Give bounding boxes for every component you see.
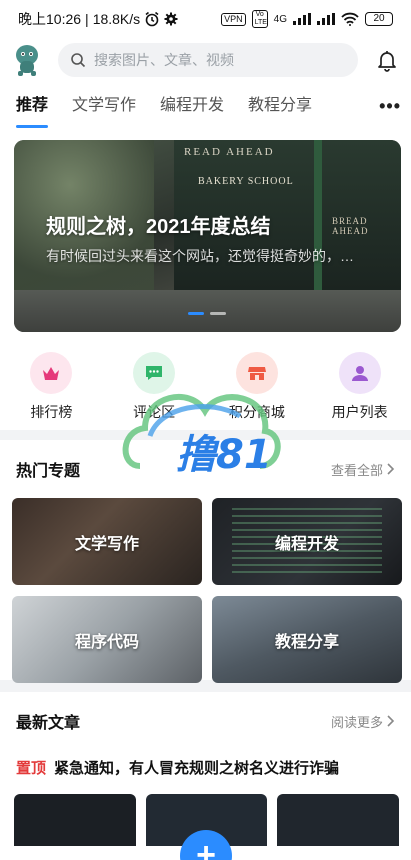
banner-ground-image [14, 290, 401, 332]
article-thumbnail[interactable] [14, 794, 136, 854]
topic-card-code[interactable]: 程序代码 [12, 596, 202, 683]
status-speed: 18.8K/s [92, 11, 141, 27]
search-input[interactable] [94, 52, 334, 68]
banner-pagination [188, 312, 226, 315]
status-bar: 晚上10:26 | 18.8K/s VPN Vo LTE 4G 20 [0, 0, 411, 38]
topic-card-tutorials[interactable]: 教程分享 [212, 596, 402, 683]
banner-store-sign: READ AHEAD [184, 146, 275, 158]
app-logo-icon[interactable] [12, 43, 42, 77]
comment-icon [146, 366, 163, 380]
banner-dot-1[interactable] [188, 312, 204, 315]
view-all-label: 查看全部 [330, 462, 383, 478]
quick-link-points-store[interactable]: 积分商城 [206, 352, 309, 422]
read-more-link[interactable]: 阅读更多 [331, 712, 395, 731]
quick-link-ranking-circle [30, 352, 73, 394]
alarm-icon [145, 11, 159, 27]
banner-title: 规则之树，2021年度总结 [46, 216, 271, 238]
view-all-link[interactable]: 查看全部 [331, 460, 395, 479]
status-right: VPN Vo LTE 4G 20 [221, 10, 393, 28]
topic-card-programming[interactable]: 编程开发 [212, 498, 402, 585]
chevron-right-icon [387, 715, 395, 727]
hot-topics-header: 热门专题 查看全部 [0, 440, 411, 498]
bell-icon[interactable] [375, 48, 399, 72]
tab-literature[interactable]: 文学写作 [72, 82, 136, 130]
article-thumbnail[interactable] [277, 794, 400, 854]
quick-link-comments-label: 评论区 [133, 404, 176, 420]
pinned-article[interactable]: 置顶 紧急通知，有人冒充规则之树名义进行诈骗 [0, 750, 411, 784]
pinned-article-title: 紧急通知，有人冒充规则之树名义进行诈骗 [54, 759, 340, 777]
main-top-section: READ AHEAD BAKERY SCHOOL BREAD AHEAD 规则之… [0, 130, 411, 430]
read-more-label: 阅读更多 [330, 714, 383, 730]
store-icon [247, 367, 266, 380]
status-time: 晚上10:26 [18, 11, 82, 27]
user-icon [351, 366, 368, 381]
quick-link-ranking[interactable]: 排行榜 [0, 352, 103, 422]
quick-link-users[interactable]: 用户列表 [308, 352, 411, 422]
topic-card-label: 教程分享 [274, 633, 339, 651]
more-tabs-icon[interactable]: ••• [379, 96, 401, 117]
search-icon [71, 53, 86, 68]
status-left: 晚上10:26 | 18.8K/s [18, 9, 178, 29]
battery-icon: 20 [365, 12, 393, 26]
category-tabs: 推荐 文学写作 编程开发 教程分享 ••• [0, 82, 411, 130]
banner-dot-2[interactable] [210, 312, 226, 315]
quick-links: 排行榜 评论区 积分商城 用户列表 [0, 352, 411, 422]
signal-icon-2 [317, 13, 335, 25]
topic-card-label: 文学写作 [74, 535, 139, 553]
wifi-icon [341, 12, 359, 26]
banner-right-sign: BREAD AHEAD [332, 216, 369, 236]
banner-subtitle: 有时候回过头来看这个网站，还觉得挺奇妙的，… [46, 248, 354, 264]
signal-icon [293, 13, 311, 25]
hot-topics-section: 热门专题 查看全部 文学写作 编程开发 程序代码 教程分享 [0, 440, 411, 683]
quick-link-store-circle [235, 352, 278, 394]
quick-link-store-label: 积分商城 [228, 404, 285, 420]
tab-recommend[interactable]: 推荐 [16, 82, 49, 130]
search-bar[interactable] [58, 43, 358, 77]
banner-bakery-sign: BAKERY SCHOOL [198, 176, 294, 187]
quick-link-users-circle [338, 352, 381, 394]
quick-link-ranking-label: 排行榜 [30, 404, 73, 420]
quick-link-comments[interactable]: 评论区 [103, 352, 206, 422]
app-header [0, 38, 411, 82]
chevron-right-icon [387, 463, 395, 475]
network-label: 4G [273, 13, 287, 25]
topic-card-label: 编程开发 [274, 535, 339, 553]
pinned-tag: 置顶 [16, 759, 47, 777]
hot-topics-title: 热门专题 [16, 463, 81, 480]
latest-title: 最新文章 [16, 715, 81, 732]
status-separator: | [85, 11, 89, 27]
volte-badge: Vo LTE [251, 10, 268, 28]
latest-header: 最新文章 阅读更多 [0, 692, 411, 750]
hero-banner[interactable]: READ AHEAD BAKERY SCHOOL BREAD AHEAD 规则之… [14, 140, 401, 332]
tab-tutorials[interactable]: 教程分享 [248, 82, 312, 130]
hot-topics-grid: 文学写作 编程开发 程序代码 教程分享 [0, 498, 411, 683]
settings-gear-icon [164, 12, 178, 26]
topic-card-label: 程序代码 [74, 633, 139, 651]
topic-card-literature[interactable]: 文学写作 [12, 498, 202, 585]
quick-link-comments-circle [133, 352, 176, 394]
crown-icon [43, 367, 60, 380]
tab-programming[interactable]: 编程开发 [160, 82, 224, 130]
vpn-badge: VPN [221, 12, 246, 26]
quick-link-users-label: 用户列表 [331, 404, 388, 420]
